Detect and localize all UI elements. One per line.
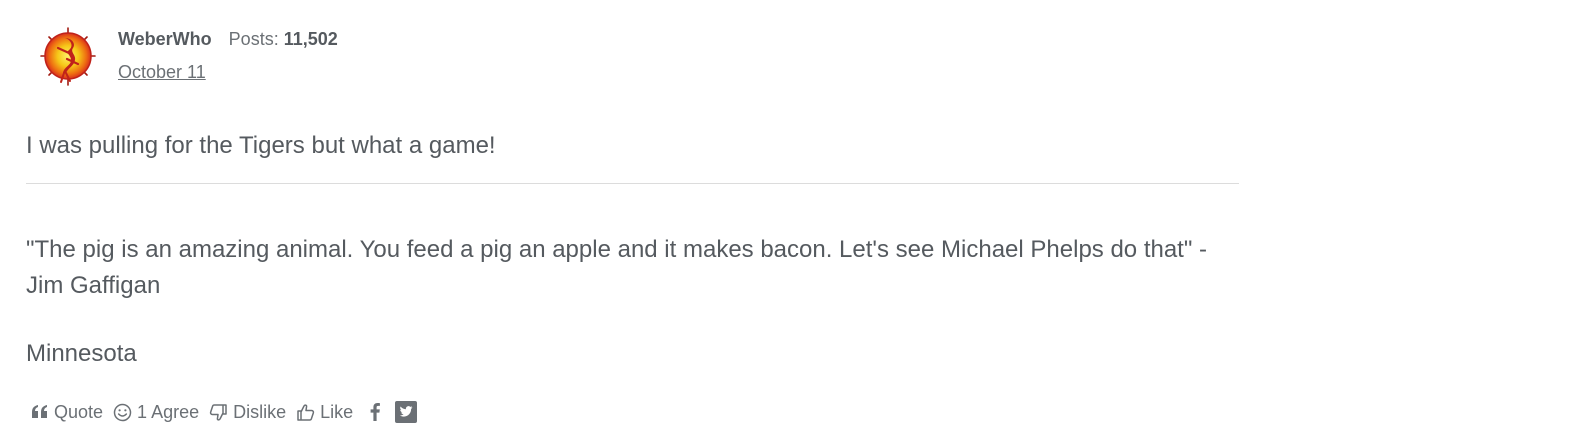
signature-location: Minnesota — [26, 340, 137, 367]
dancing-flame-logo-icon — [40, 27, 96, 86]
avatar[interactable] — [38, 26, 98, 88]
reaction-bar: Quote 1 Agree Dislike Like — [31, 401, 427, 423]
dislike-button[interactable]: Dislike — [209, 402, 286, 423]
author-info: WeberWho Posts: 11,502 October 11 — [118, 29, 338, 83]
author-line: WeberWho Posts: 11,502 — [118, 29, 338, 50]
share-facebook-button[interactable] — [369, 402, 381, 422]
quote-button[interactable]: Quote — [31, 402, 103, 423]
agree-label: 1 Agree — [137, 401, 200, 422]
author-name-link[interactable]: WeberWho — [118, 29, 212, 50]
quote-icon — [32, 405, 47, 418]
post-date-link[interactable]: October 11 — [118, 62, 206, 83]
facebook-icon — [370, 403, 381, 421]
agree-button[interactable]: 1 Agree — [113, 402, 199, 423]
quote-label: Quote — [54, 401, 104, 422]
thumbs-up-icon — [297, 403, 315, 421]
dislike-label: Dislike — [233, 401, 287, 422]
thumbs-down-icon — [209, 403, 227, 421]
twitter-icon — [395, 401, 418, 423]
posts-label: Posts: — [228, 29, 279, 49]
forum-post: WeberWho Posts: 11,502 October 11 I was … — [0, 0, 1575, 440]
like-label: Like — [320, 401, 354, 422]
post-body: I was pulling for the Tigers but what a … — [26, 132, 496, 159]
like-button[interactable]: Like — [296, 402, 353, 423]
share-twitter-button[interactable] — [395, 401, 418, 423]
post-count: Posts: 11,502 — [229, 29, 338, 50]
posts-count-value: 11,502 — [283, 29, 338, 49]
signature-divider — [26, 183, 1239, 184]
signature-quote: "The pig is an amazing animal. You feed … — [26, 236, 1208, 299]
smiley-icon — [113, 403, 132, 421]
